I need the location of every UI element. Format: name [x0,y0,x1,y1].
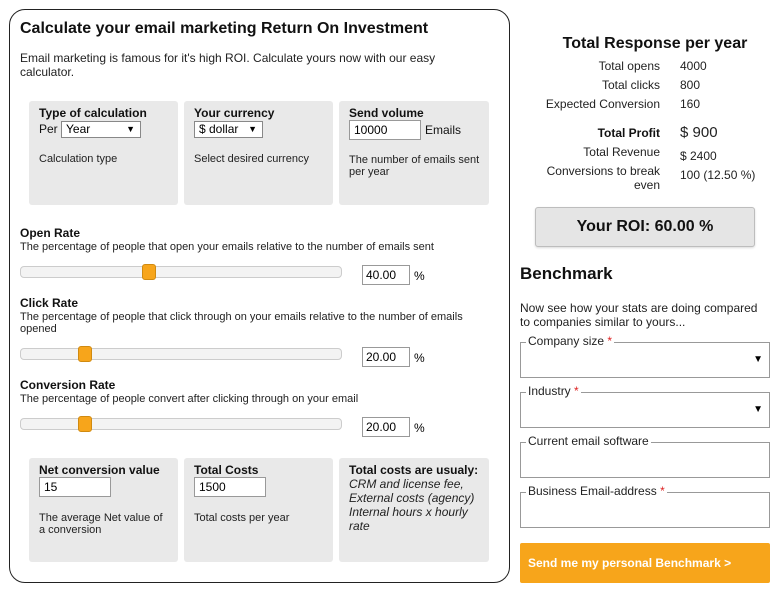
send-volume-unit: Emails [425,123,462,137]
currency-select[interactable]: $ dollar ▼ [194,121,263,138]
conversion-rate-desc: The percentage of people convert after c… [20,393,359,405]
company-size-label: Company size * [526,334,615,348]
email-software-label: Current email software [526,434,651,448]
benchmark-intro: Now see how your stats are doing compare… [520,301,758,329]
net-value-help: The average Net value of a conversion [39,512,163,536]
click-rate-unit: % [414,351,425,365]
total-revenue-label: Total Revenue [583,145,660,159]
company-size-select[interactable]: Company size * ▼ [520,334,770,378]
open-rate-unit: % [414,269,425,283]
click-rate-slider-handle[interactable] [78,346,92,362]
per-label: Per [39,122,58,136]
total-costs-label: Total Costs [194,463,259,477]
business-email-input[interactable]: Business Email-address * [520,484,770,528]
required-marker: * [574,384,579,398]
currency-value: $ dollar [199,122,239,136]
calc-type-box: Type of calculation Per Year ▼ Calculati… [29,101,178,205]
dropdown-arrow-icon: ▼ [248,124,257,134]
calculator-intro: Email marketing is famous for it's high … [20,51,436,79]
net-value-input[interactable]: 15 [39,477,111,497]
total-costs-box: Total Costs 1500 Total costs per year [184,458,333,562]
click-rate-input[interactable]: 20.00 [362,347,410,367]
calc-type-help: Calculation type [39,153,118,165]
total-costs-input[interactable]: 1500 [194,477,266,497]
dropdown-arrow-icon: ▼ [753,404,763,415]
click-rate-desc: The percentage of people that click thro… [20,311,463,335]
conversion-rate-unit: % [414,421,425,435]
costs-note-label: Total costs are usualy: [349,463,479,477]
currency-label: Your currency [194,106,275,120]
conversion-rate-title: Conversion Rate [20,378,116,392]
required-marker: * [660,484,665,498]
response-row-value: 4000 [680,59,707,73]
calc-type-value: Year [66,122,91,136]
break-even-label: Conversions to break even [546,164,660,192]
response-row-value: 800 [680,78,701,92]
business-email-label: Business Email-address * [526,484,667,498]
send-volume-input[interactable]: 10000 [349,120,421,140]
open-rate-slider-handle[interactable] [142,264,156,280]
conversion-rate-slider-handle[interactable] [78,416,92,432]
total-profit-label: Total Profit [597,126,660,140]
open-rate-title: Open Rate [20,226,81,240]
calc-type-label: Type of calculation [39,106,147,120]
response-title: Total Response per year [562,35,748,52]
send-benchmark-button[interactable]: Send me my personal Benchmark > [520,543,770,583]
response-row-label: Total opens [598,59,660,73]
response-row-label: Total clicks [601,78,660,92]
dropdown-arrow-icon: ▼ [753,354,763,365]
open-rate-input[interactable]: 40.00 [362,265,410,285]
response-row-label: Expected Conversion [545,97,660,111]
open-rate-slider[interactable] [20,264,342,280]
net-value-box: Net conversion value 15 The average Net … [29,458,178,562]
break-even-value: 100 (12.50 %) [680,168,756,182]
benchmark-title: Benchmark [520,264,613,283]
required-marker: * [607,334,613,348]
send-volume-box: Send volume 10000 Emails The number of e… [339,101,489,205]
click-rate-title: Click Rate [20,296,79,310]
industry-select[interactable]: Industry * ▼ [520,384,770,428]
conversion-rate-slider[interactable] [20,416,342,432]
costs-note-text: CRM and license fee, External costs (age… [349,477,475,533]
open-rate-desc: The percentage of people that open your … [20,241,434,253]
email-software-input[interactable]: Current email software [520,434,770,478]
click-rate-slider[interactable] [20,346,342,362]
dropdown-arrow-icon: ▼ [126,124,135,134]
total-profit-value: $ 900 [680,124,718,141]
currency-box: Your currency $ dollar ▼ Select desired … [184,101,333,205]
costs-note-box: Total costs are usualy: CRM and license … [339,458,489,562]
roi-result-button[interactable]: Your ROI: 60.00 % [535,207,755,247]
total-revenue-value: $ 2400 [680,149,717,163]
send-volume-label: Send volume [349,106,424,120]
calculator-title: Calculate your email marketing Return On… [20,20,429,37]
total-costs-help: Total costs per year [194,512,290,524]
industry-label: Industry * [526,384,581,398]
calc-type-select[interactable]: Year ▼ [61,121,141,138]
net-value-label: Net conversion value [39,463,160,477]
response-row-value: 160 [680,97,701,111]
send-volume-help: The number of emails sent per year [349,154,480,178]
currency-help: Select desired currency [194,153,309,165]
conversion-rate-input[interactable]: 20.00 [362,417,410,437]
